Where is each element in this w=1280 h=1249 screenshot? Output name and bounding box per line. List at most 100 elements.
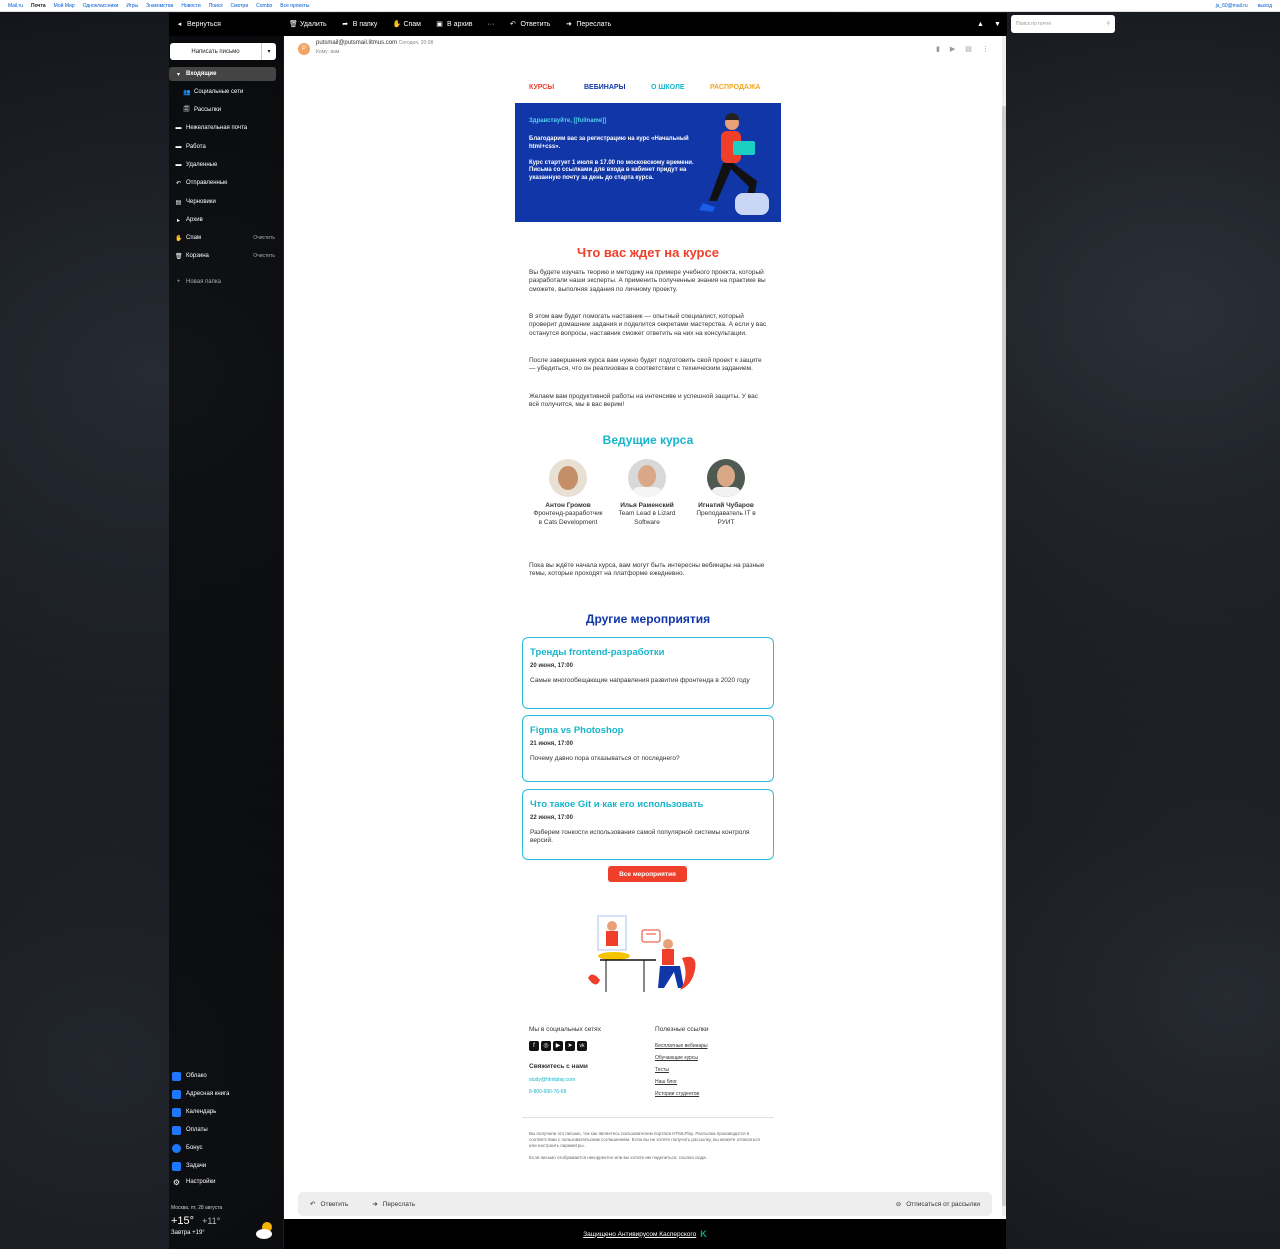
more-icon[interactable]: ⋮: [982, 45, 989, 53]
contact-phone[interactable]: 8-800-690-76-68: [529, 1089, 566, 1095]
sidebar-item-inbox[interactable]: ▾ Входящие: [169, 67, 276, 81]
kaspersky-link[interactable]: Защищено Антивирусом Касперского: [583, 1231, 696, 1238]
reply-icon: ↶: [310, 1201, 316, 1208]
teacher-name: Игнатий Чубаров: [698, 502, 754, 509]
sidebar-item-social[interactable]: 👥 Социальные сети: [183, 85, 283, 99]
nav-link-webinars[interactable]: ВЕБИНАРЫ: [584, 84, 625, 91]
event-title[interactable]: Figma vs Photoshop: [530, 725, 766, 736]
portal-link[interactable]: Знакомства: [146, 3, 173, 9]
sidebar-item-drafts[interactable]: ▤ Черновики: [175, 195, 275, 209]
app-cloud[interactable]: Облако: [172, 1069, 207, 1083]
portal-link[interactable]: Новости: [181, 3, 200, 9]
nav-link-about[interactable]: О ШКОЛЕ: [651, 84, 685, 91]
portal-link[interactable]: Смотри: [231, 3, 249, 9]
portal-link[interactable]: Combo: [256, 3, 272, 9]
scrollbar[interactable]: [1002, 36, 1006, 1216]
compose-button[interactable]: Написать письмо ▾: [170, 43, 276, 60]
unsubscribe-button[interactable]: ⊖ Отписаться от рассылки: [896, 1200, 980, 1209]
header-actions: ▮ ▶ ▤ ⋮: [936, 45, 989, 53]
telegram-icon[interactable]: ➤: [565, 1041, 575, 1051]
app-calendar[interactable]: Календарь: [172, 1105, 216, 1119]
portal-link[interactable]: Одноклассники: [83, 3, 119, 9]
clear-trash-button[interactable]: Очистить: [253, 253, 275, 259]
event-card[interactable]: Figma vs Photoshop 21 июня, 17:00 Почему…: [522, 715, 774, 782]
spam-button[interactable]: ✋ Спам: [392, 21, 421, 28]
app-settings[interactable]: ⚙ Настройки: [172, 1175, 216, 1189]
nav-link-courses[interactable]: КУРСЫ: [529, 84, 554, 91]
app-addressbook[interactable]: Адресная книга: [172, 1087, 229, 1101]
more-button[interactable]: ···: [487, 21, 494, 28]
portal-link[interactable]: Мой Мир: [54, 3, 75, 9]
new-folder-button[interactable]: + Новая папка: [175, 275, 275, 289]
weather-widget[interactable]: Москва, пт, 28 августа +15° +11° Завтра …: [171, 1205, 222, 1236]
clear-spam-button[interactable]: Очистить: [253, 235, 275, 241]
archive-icon: ▣: [436, 21, 443, 28]
delete-button[interactable]: 🗑 Удалить: [289, 21, 327, 28]
chevron-down-icon: ▾: [176, 71, 180, 78]
all-events-button[interactable]: Все мероприятия: [608, 866, 687, 882]
reply-button-bottom[interactable]: ↶ Ответить: [310, 1200, 348, 1209]
sidebar-item-spam[interactable]: ✋ Спам Очистить: [175, 231, 275, 245]
scrollbar-thumb[interactable]: [1002, 106, 1006, 1206]
sender-address[interactable]: putsmail@putsmail.litmus.com: [316, 40, 397, 46]
section-title-teachers: Ведущие курса: [602, 433, 694, 447]
facebook-icon[interactable]: f: [529, 1041, 539, 1051]
compose-dropdown-icon[interactable]: ▾: [261, 43, 276, 60]
portal-link-mail[interactable]: Почта: [31, 3, 46, 9]
links-title: Полезные ссылки: [655, 1026, 709, 1033]
instagram-icon[interactable]: ◎: [541, 1041, 551, 1051]
spam-icon: ✋: [175, 235, 183, 242]
prev-message-button[interactable]: ▲: [977, 21, 984, 28]
event-card[interactable]: Тренды frontend-разработки 20 июня, 17:0…: [522, 637, 774, 709]
footer-link[interactable]: Наш блог: [655, 1079, 677, 1085]
teacher-photo: [628, 459, 666, 497]
sun-cloud-icon: [256, 1222, 272, 1239]
portal-link[interactable]: Игры: [126, 3, 138, 9]
bonus-icon: [172, 1143, 181, 1153]
archive-button[interactable]: ▣ В архив: [436, 21, 472, 28]
footer-link[interactable]: Бесплатные вебинары: [655, 1043, 708, 1049]
sidebar-item-deleted[interactable]: ▬ Удаленные: [175, 158, 275, 172]
move-to-folder-button[interactable]: ➦ В папку: [342, 21, 377, 28]
sidebar-item-work[interactable]: ▬ Работа: [175, 140, 275, 154]
portal-link[interactable]: Mail.ru: [8, 3, 23, 9]
logout-link[interactable]: выход: [1258, 3, 1272, 9]
toolbar: ◂ Вернуться 🗑 Удалить ➦ В папку ✋ Спам ▣ В ар…: [169, 13, 1007, 36]
teacher-card: Антон Громов Фронтенд-разработчик в Cats…: [532, 459, 604, 527]
footer-link[interactable]: Тесты: [655, 1067, 669, 1073]
event-title[interactable]: Тренды frontend-разработки: [530, 647, 766, 658]
search-input[interactable]: Поиск по почте ⚲: [1011, 15, 1115, 33]
back-button[interactable]: ◂ Вернуться: [176, 21, 221, 28]
course-paragraph: Вы будете изучать теорию и методику на п…: [529, 269, 766, 293]
forward-button[interactable]: ➜ Переслать: [565, 21, 611, 28]
sidebar-item-junk[interactable]: ▬ Нежелательная почта: [175, 121, 275, 135]
forward-button-bottom[interactable]: ➜ Переслать: [372, 1200, 415, 1209]
footer-link[interactable]: Истории студентов: [655, 1091, 699, 1097]
sidebar-item-archive[interactable]: ▸ Архив: [175, 213, 275, 227]
sidebar-item-sent[interactable]: ↶ Отправленные: [175, 176, 275, 190]
app-tasks[interactable]: Задачи: [172, 1159, 206, 1173]
contact-email[interactable]: study@htmlplay.com: [529, 1077, 575, 1083]
vk-icon[interactable]: vk: [577, 1041, 587, 1051]
youtube-icon[interactable]: ▶: [553, 1041, 563, 1051]
bottom-actions: ↶ Ответить ➜ Переслать ⊖ Отписаться от расс…: [298, 1192, 992, 1216]
footer-link[interactable]: Обучающие курсы: [655, 1055, 698, 1061]
search-icon[interactable]: ⚲: [1106, 21, 1110, 27]
course-paragraph: В этом вам будет помогать наставник — оп…: [529, 313, 767, 337]
reply-button[interactable]: ↶ Ответить: [509, 21, 550, 28]
portal-link[interactable]: Поиск: [209, 3, 223, 9]
user-email[interactable]: js_60@mail.ru: [1216, 3, 1248, 9]
sidebar-item-trash[interactable]: 🗑 Корзина Очистить: [175, 249, 275, 263]
event-title[interactable]: Что такое Git и как его использовать: [530, 799, 766, 810]
app-payments[interactable]: Оплаты: [172, 1123, 208, 1137]
portal-link-all-projects[interactable]: Все проекты: [280, 3, 309, 9]
app-bonus[interactable]: Бонус: [172, 1141, 203, 1155]
event-card[interactable]: Что такое Git и как его использовать 22 …: [522, 789, 774, 860]
print-icon[interactable]: ▤: [965, 45, 972, 53]
next-message-button[interactable]: ▼: [994, 21, 1001, 28]
sidebar-item-newsletters[interactable]: 🗐 Рассылки: [183, 103, 283, 117]
video-icon[interactable]: ▶: [950, 45, 955, 53]
legal-text: Вы получили это письмо, так как являетес…: [529, 1131, 760, 1161]
nav-link-sale[interactable]: РАСПРОДАЖА: [710, 84, 760, 91]
bookmark-icon[interactable]: ▮: [936, 45, 940, 53]
